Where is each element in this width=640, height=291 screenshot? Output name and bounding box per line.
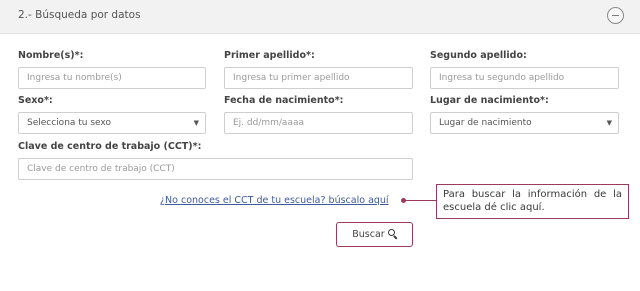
segundo-apellido-label: Segundo apellido: bbox=[430, 50, 527, 61]
fecha-nacimiento-input[interactable]: Ej. dd/mm/aaaa bbox=[224, 112, 413, 134]
lugar-nacimiento-label: Lugar de nacimiento*: bbox=[430, 95, 549, 106]
callout-connector-dot bbox=[401, 198, 406, 203]
sexo-label: Sexo*: bbox=[18, 95, 53, 106]
cct-input[interactable]: Clave de centro de trabajo (CCT) bbox=[18, 158, 413, 180]
sexo-select[interactable]: Selecciona tu sexo ▼ bbox=[18, 112, 206, 134]
nombre-label: Nombre(s)*: bbox=[18, 50, 84, 61]
dropdown-arrow-icon: ▼ bbox=[193, 119, 199, 127]
collapse-icon[interactable] bbox=[607, 7, 624, 24]
help-callout: Para buscar la información de la escuela… bbox=[436, 184, 629, 219]
search-button-label: Buscar bbox=[352, 229, 385, 240]
fecha-nacimiento-label: Fecha de nacimiento*: bbox=[224, 95, 344, 106]
search-icon bbox=[387, 229, 397, 238]
sexo-selected-value: Selecciona tu sexo bbox=[27, 118, 111, 128]
lugar-nacimiento-select[interactable]: Lugar de nacimiento ▼ bbox=[430, 112, 619, 134]
search-button[interactable]: Buscar bbox=[336, 222, 413, 247]
lugar-nacimiento-selected-value: Lugar de nacimiento bbox=[439, 118, 532, 128]
segundo-apellido-input[interactable]: Ingresa tu segundo apellido bbox=[430, 67, 619, 89]
panel-header: 2.- Búsqueda por datos bbox=[0, 0, 640, 34]
dropdown-arrow-icon: ▼ bbox=[606, 119, 612, 127]
cct-label: Clave de centro de trabajo (CCT)*: bbox=[18, 141, 202, 152]
primer-apellido-label: Primer apellido*: bbox=[224, 50, 315, 61]
find-cct-link[interactable]: ¿No conoces el CCT de tu escuela? búscal… bbox=[160, 195, 389, 206]
search-by-data-panel: 2.- Búsqueda por datos Nombre(s)*: Ingre… bbox=[0, 0, 640, 262]
primer-apellido-input[interactable]: Ingresa tu primer apellido bbox=[224, 67, 413, 89]
callout-connector bbox=[403, 200, 437, 201]
nombre-input[interactable]: Ingresa tu nombre(s) bbox=[18, 67, 206, 89]
panel-title: 2.- Búsqueda por datos bbox=[18, 9, 141, 21]
